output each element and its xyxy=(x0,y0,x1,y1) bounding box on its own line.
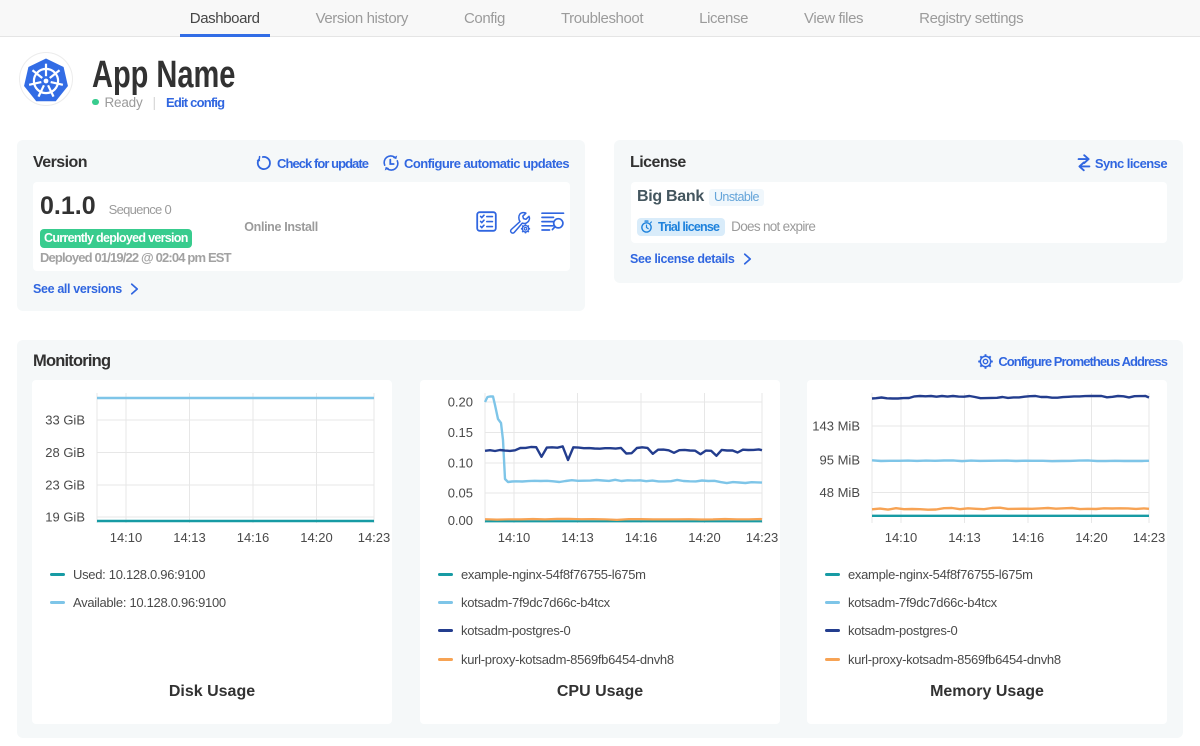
svg-text:143 MiB: 143 MiB xyxy=(812,419,860,434)
svg-text:14:20: 14:20 xyxy=(300,530,333,545)
svg-text:0.00: 0.00 xyxy=(448,513,473,528)
svg-text:95 MiB: 95 MiB xyxy=(820,453,860,468)
svg-text:14:16: 14:16 xyxy=(625,530,658,545)
svg-text:14:23: 14:23 xyxy=(1133,530,1166,545)
svg-text:28 GiB: 28 GiB xyxy=(45,445,85,460)
svg-text:14:20: 14:20 xyxy=(688,530,721,545)
svg-text:14:16: 14:16 xyxy=(1012,530,1045,545)
svg-text:19 GiB: 19 GiB xyxy=(45,510,85,525)
svg-text:14:13: 14:13 xyxy=(173,530,206,545)
svg-text:14:10: 14:10 xyxy=(498,530,531,545)
svg-text:14:20: 14:20 xyxy=(1075,530,1108,545)
svg-text:33 GiB: 33 GiB xyxy=(45,413,85,428)
svg-text:14:23: 14:23 xyxy=(358,530,391,545)
svg-text:0.10: 0.10 xyxy=(448,456,473,471)
svg-text:0.20: 0.20 xyxy=(448,395,473,410)
svg-text:14:16: 14:16 xyxy=(237,530,270,545)
svg-text:0.05: 0.05 xyxy=(448,486,473,501)
svg-text:0.15: 0.15 xyxy=(448,425,473,440)
svg-text:14:10: 14:10 xyxy=(885,530,918,545)
svg-text:48 MiB: 48 MiB xyxy=(820,485,860,500)
svg-text:14:23: 14:23 xyxy=(746,530,779,545)
svg-text:14:13: 14:13 xyxy=(948,530,981,545)
svg-text:23 GiB: 23 GiB xyxy=(45,478,85,493)
svg-text:14:13: 14:13 xyxy=(561,530,594,545)
svg-text:14:10: 14:10 xyxy=(110,530,143,545)
